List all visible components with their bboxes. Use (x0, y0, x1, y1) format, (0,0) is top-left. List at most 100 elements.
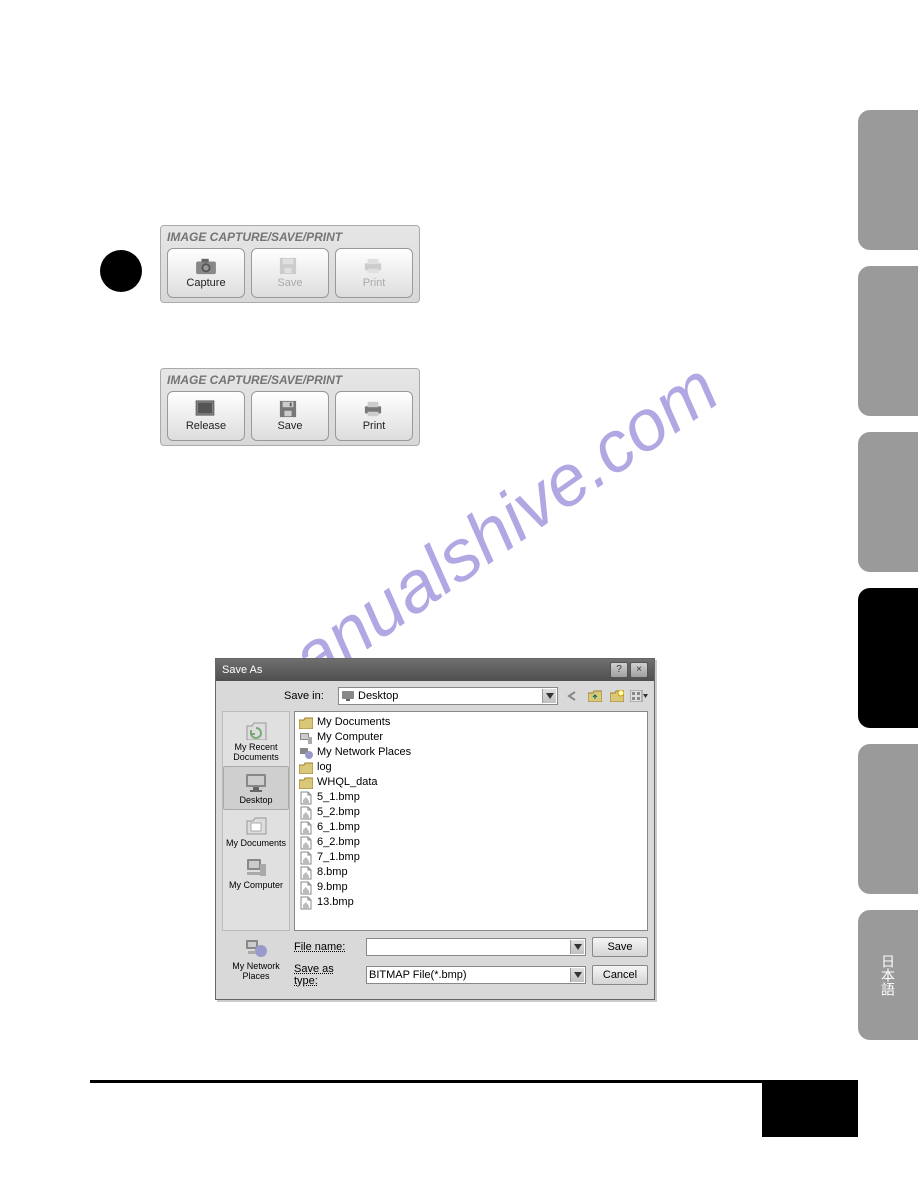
file-item-label: 13.bmp (317, 895, 354, 910)
file-item[interactable]: 9.bmp (299, 880, 643, 895)
desktop-icon (244, 771, 268, 793)
release-button[interactable]: Release (167, 391, 245, 441)
cancel-dialog-button[interactable]: Cancel (592, 965, 648, 985)
printer-icon (363, 257, 385, 275)
place-mycomp-label: My Computer (229, 880, 283, 890)
image-icon (195, 400, 217, 418)
capture-label: Capture (186, 277, 225, 289)
image-icon (299, 836, 313, 850)
image-icon (299, 821, 313, 835)
file-item[interactable]: 8.bmp (299, 865, 643, 880)
file-item-label: 8.bmp (317, 865, 348, 880)
release-label: Release (186, 420, 226, 432)
file-item[interactable]: log (299, 760, 643, 775)
file-item[interactable]: 6_2.bmp (299, 835, 643, 850)
print-label: Print (363, 420, 386, 432)
file-item[interactable]: 5_1.bmp (299, 790, 643, 805)
savetype-combo[interactable]: BITMAP File(*.bmp) (366, 966, 586, 984)
print-button-disabled: Print (335, 248, 413, 298)
toolbar-panel-after: IMAGE CAPTURE/SAVE/PRINT Release Save Pr… (160, 368, 420, 446)
file-item-label: 5_1.bmp (317, 790, 360, 805)
bullet-dot (100, 250, 142, 292)
side-tab-2[interactable] (858, 266, 918, 416)
place-recent[interactable]: My Recent Documents (223, 714, 289, 766)
footer-divider (90, 1080, 858, 1083)
save-in-value: Desktop (358, 690, 398, 702)
file-item[interactable]: 13.bmp (299, 895, 643, 910)
printer-icon (363, 400, 385, 418)
floppy-icon (279, 257, 301, 275)
place-desktop[interactable]: Desktop (223, 766, 289, 810)
print-button[interactable]: Print (335, 391, 413, 441)
file-item[interactable]: 7_1.bmp (299, 850, 643, 865)
save-button-disabled: Save (251, 248, 329, 298)
print-label: Print (363, 277, 386, 289)
place-desktop-label: Desktop (239, 795, 272, 805)
toolbar-panel-before: IMAGE CAPTURE/SAVE/PRINT Capture Save Pr… (160, 225, 420, 303)
file-item[interactable]: 5_2.bmp (299, 805, 643, 820)
save-dialog-button[interactable]: Save (592, 937, 648, 957)
capture-button[interactable]: Capture (167, 248, 245, 298)
recent-icon (244, 718, 268, 740)
help-button[interactable]: ? (610, 662, 628, 678)
chevron-down-icon[interactable] (542, 689, 556, 703)
image-icon (299, 881, 313, 895)
file-item[interactable]: WHQL_data (299, 775, 643, 790)
file-item-label: 7_1.bmp (317, 850, 360, 865)
save-in-label: Save in: (284, 690, 332, 702)
up-folder-icon[interactable] (586, 687, 604, 705)
savetype-value: BITMAP File(*.bmp) (369, 969, 467, 981)
file-item[interactable]: My Documents (299, 715, 643, 730)
save-in-combo[interactable]: Desktop (338, 687, 558, 705)
place-mydocs-label: My Documents (226, 838, 286, 848)
save-label: Save (277, 277, 302, 289)
chevron-down-icon[interactable] (570, 940, 584, 954)
place-mydocs[interactable]: My Documents (223, 810, 289, 852)
image-icon (299, 791, 313, 805)
folder-icon (299, 761, 313, 775)
place-network-label[interactable]: My Network Places (222, 961, 290, 981)
side-tab-japanese[interactable]: 日本語 (858, 910, 918, 1040)
close-button[interactable]: × (630, 662, 648, 678)
file-item-label: WHQL_data (317, 775, 378, 790)
file-item[interactable]: 6_1.bmp (299, 820, 643, 835)
place-mycomp[interactable]: My Computer (223, 852, 289, 894)
network-icon (299, 746, 313, 760)
side-tab-1[interactable] (858, 110, 918, 250)
file-item-label: 6_1.bmp (317, 820, 360, 835)
panel-title-2: IMAGE CAPTURE/SAVE/PRINT (167, 373, 413, 387)
save-button[interactable]: Save (251, 391, 329, 441)
file-item-label: My Documents (317, 715, 390, 730)
documents-icon (244, 814, 268, 836)
panel-title: IMAGE CAPTURE/SAVE/PRINT (167, 230, 413, 244)
filename-input[interactable] (366, 938, 586, 956)
file-list[interactable]: My DocumentsMy ComputerMy Network Places… (294, 711, 648, 931)
network-icon (244, 937, 268, 959)
computer-icon (299, 731, 313, 745)
side-tab-4-active[interactable] (858, 588, 918, 728)
back-icon[interactable] (564, 687, 582, 705)
new-folder-icon[interactable] (608, 687, 626, 705)
file-item[interactable]: My Computer (299, 730, 643, 745)
image-icon (299, 851, 313, 865)
dialog-title: Save As (222, 664, 608, 676)
footer-pageno-box (762, 1083, 858, 1137)
file-item[interactable]: My Network Places (299, 745, 643, 760)
file-item-label: log (317, 760, 332, 775)
title-bar: Save As ? × (216, 659, 654, 681)
file-item-label: My Network Places (317, 745, 411, 760)
image-icon (299, 806, 313, 820)
side-tabs: 日本語 (858, 110, 918, 1188)
side-tab-3[interactable] (858, 432, 918, 572)
filename-label: File name: (294, 941, 360, 953)
chevron-down-icon[interactable] (570, 968, 584, 982)
folder-icon (299, 776, 313, 790)
file-item-label: My Computer (317, 730, 383, 745)
side-tab-6-label: 日本語 (878, 954, 898, 996)
floppy-icon (279, 400, 301, 418)
view-menu-icon[interactable] (630, 687, 648, 705)
file-item-label: 5_2.bmp (317, 805, 360, 820)
save-label: Save (277, 420, 302, 432)
image-icon (299, 896, 313, 910)
side-tab-5[interactable] (858, 744, 918, 894)
